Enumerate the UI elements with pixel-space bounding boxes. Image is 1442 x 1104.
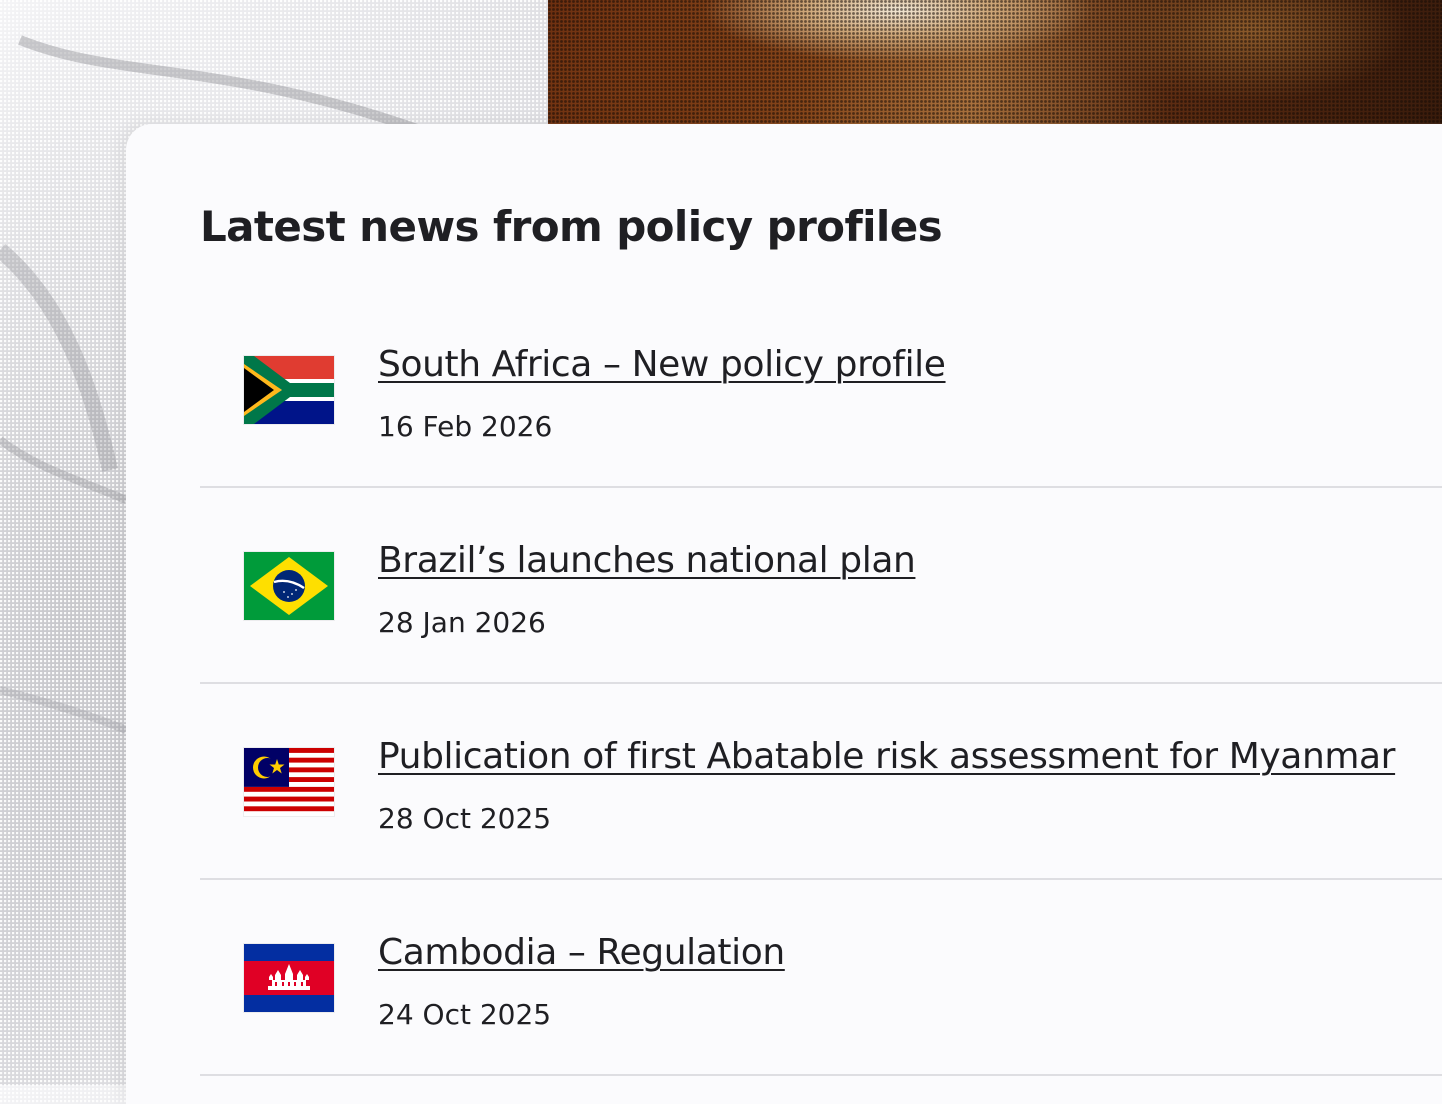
hero-photo xyxy=(548,0,1442,144)
south-africa-flag-icon xyxy=(244,356,334,424)
brazil-flag-icon xyxy=(244,552,334,620)
section-title: Latest news from policy profiles xyxy=(200,202,943,251)
news-title-link[interactable]: Publication of first Abatable risk asses… xyxy=(378,736,1395,777)
news-title-link[interactable]: Brazil’s launches national plan xyxy=(378,540,916,581)
news-item: South Africa – New policy profile 16 Feb… xyxy=(200,292,1442,488)
news-list: South Africa – New policy profile 16 Feb… xyxy=(200,292,1442,1076)
news-title-link[interactable]: South Africa – New policy profile xyxy=(378,344,946,385)
news-item: Brazil’s launches national plan 28 Jan 2… xyxy=(200,488,1442,684)
news-item: Publication of first Abatable risk asses… xyxy=(200,684,1442,880)
news-date: 28 Jan 2026 xyxy=(378,606,546,639)
cambodia-flag-icon xyxy=(244,944,334,1012)
news-date: 24 Oct 2025 xyxy=(378,998,552,1031)
news-item: Cambodia – Regulation 24 Oct 2025 xyxy=(200,880,1442,1076)
policy-news-card: Latest news from policy profiles South A… xyxy=(126,124,1442,1104)
news-date: 28 Oct 2025 xyxy=(378,802,552,835)
news-title-link[interactable]: Cambodia – Regulation xyxy=(378,932,785,973)
malaysia-flag-icon xyxy=(244,748,334,816)
news-date: 16 Feb 2026 xyxy=(378,410,553,443)
